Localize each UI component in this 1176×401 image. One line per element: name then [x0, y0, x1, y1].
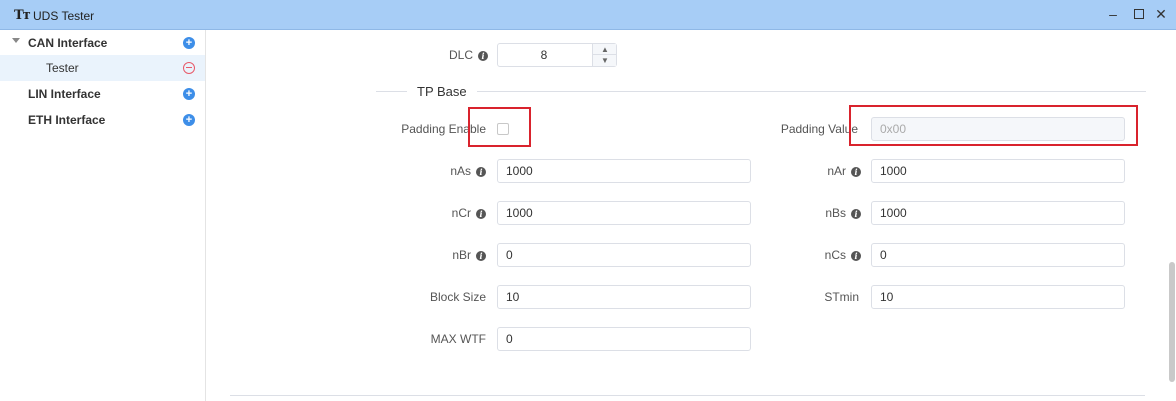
highlight-box — [849, 105, 1138, 146]
window-title: UDS Tester — [33, 9, 95, 23]
nBr-label: nBr i — [386, 248, 486, 262]
title-bar: Tт UDS Tester – ✕ — [0, 0, 1176, 30]
nAr-label-text: nAr — [827, 164, 846, 178]
block-size-input[interactable]: 10 — [497, 285, 751, 309]
sidebar-item-label: CAN Interface — [28, 36, 108, 50]
nAs-label-text: nAs — [450, 164, 471, 178]
nBs-label-text: nBs — [825, 206, 846, 220]
sidebar-item-label: ETH Interface — [28, 113, 106, 127]
info-icon: i — [851, 251, 861, 261]
nBr-input[interactable]: 0 — [497, 243, 751, 267]
expand-arrow-icon[interactable] — [12, 38, 20, 43]
section-title: TP Base — [407, 84, 477, 99]
stepper-up-icon[interactable]: ▲ — [593, 44, 617, 55]
add-icon[interactable]: + — [183, 37, 195, 49]
nAr-label: nAr i — [761, 164, 861, 178]
add-icon[interactable]: + — [183, 88, 195, 100]
app-icon: Tт — [14, 8, 31, 23]
nBs-label: nBs i — [761, 206, 861, 220]
max-wtf-input[interactable]: 0 — [497, 327, 751, 351]
max-wtf-label: MAX WTF — [430, 332, 486, 346]
vertical-scrollbar[interactable] — [1169, 262, 1175, 382]
stepper-down-icon[interactable]: ▼ — [593, 55, 617, 66]
padding-value-label: Padding Value — [780, 122, 858, 136]
minimize-button[interactable]: – — [1104, 5, 1122, 23]
dlc-value: 8 — [540, 48, 548, 62]
nAs-input[interactable]: 1000 — [497, 159, 751, 183]
nCs-label: nCs i — [761, 248, 861, 262]
stepper-controls: ▲ ▼ — [592, 44, 617, 66]
nCs-label-text: nCs — [824, 248, 846, 262]
sidebar-item-lin-interface[interactable]: LIN Interface + — [0, 81, 205, 107]
dlc-stepper[interactable]: 8 ▲ ▼ — [497, 43, 617, 67]
nAr-input[interactable]: 1000 — [871, 159, 1125, 183]
dlc-label: DLC i — [406, 48, 488, 62]
nBr-label-text: nBr — [452, 248, 471, 262]
info-icon: i — [851, 167, 861, 177]
info-icon: i — [476, 167, 486, 177]
nCr-label: nCr i — [386, 206, 486, 220]
info-icon: i — [476, 209, 486, 219]
sidebar-tree: CAN Interface + Tester LIN Interface + E… — [0, 30, 206, 401]
stmin-label: STmin — [824, 290, 859, 304]
info-icon: i — [851, 209, 861, 219]
stmin-input[interactable]: 10 — [871, 285, 1125, 309]
sidebar-item-tester[interactable]: Tester — [0, 55, 205, 81]
bottom-divider — [230, 395, 1145, 396]
info-icon: i — [478, 51, 488, 61]
info-icon: i — [476, 251, 486, 261]
sidebar-item-label: LIN Interface — [28, 87, 101, 101]
nCr-input[interactable]: 1000 — [497, 201, 751, 225]
highlight-box — [468, 107, 531, 147]
close-button[interactable]: ✕ — [1152, 5, 1170, 23]
dlc-label-text: DLC — [448, 48, 473, 62]
nBs-input[interactable]: 1000 — [871, 201, 1125, 225]
sidebar-item-label: Tester — [46, 61, 79, 75]
padding-enable-label: Padding Enable — [401, 122, 486, 136]
add-icon[interactable]: + — [183, 114, 195, 126]
sidebar-item-can-interface[interactable]: CAN Interface + — [0, 30, 205, 56]
remove-icon[interactable] — [183, 62, 195, 74]
main-form: DLC i 8 ▲ ▼ TP Base Padding Enable Paddin… — [206, 30, 1176, 401]
nCs-input[interactable]: 0 — [871, 243, 1125, 267]
maximize-icon — [1134, 9, 1144, 19]
block-size-label: Block Size — [429, 290, 486, 304]
maximize-button[interactable] — [1130, 5, 1148, 23]
sidebar-item-eth-interface[interactable]: ETH Interface + — [0, 107, 205, 133]
section-divider — [376, 91, 1146, 92]
nCr-label-text: nCr — [451, 206, 471, 220]
nAs-label: nAs i — [386, 164, 486, 178]
